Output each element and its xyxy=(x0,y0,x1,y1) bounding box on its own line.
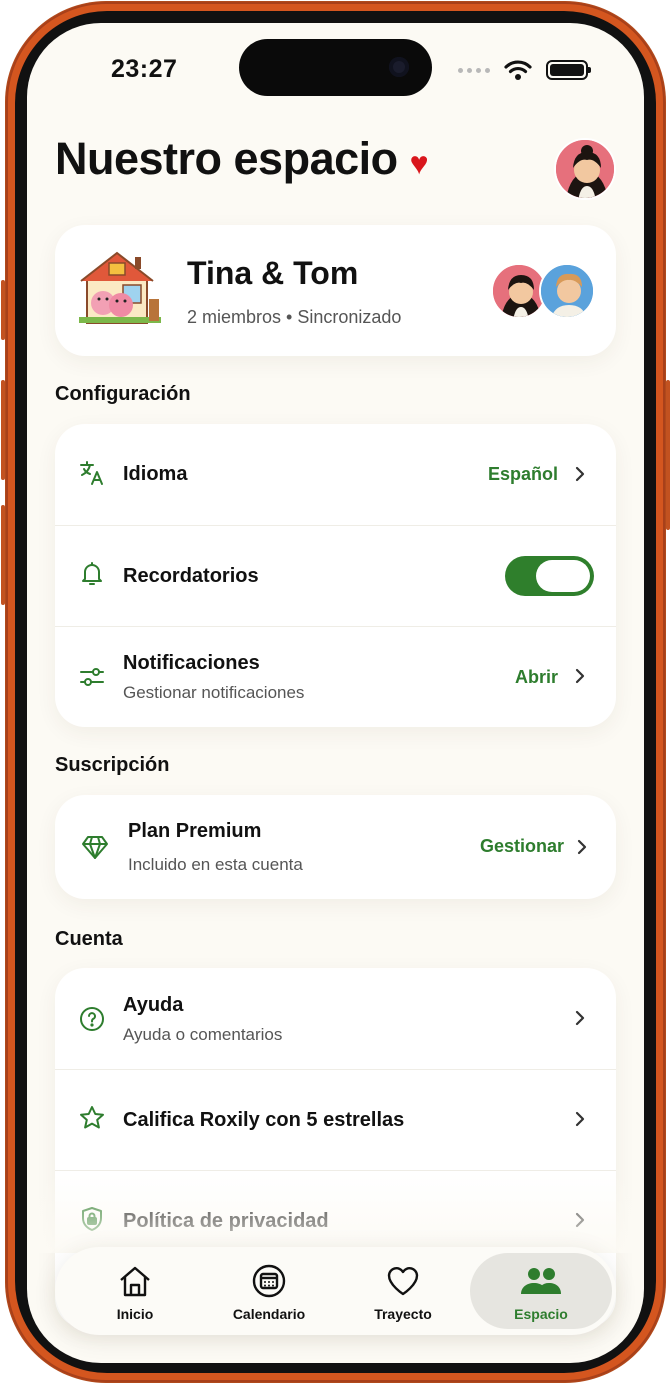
camera-icon xyxy=(389,57,409,77)
app-screen: 23:27 Nuestro espacio ♥ Tina & Tom 2 mie… xyxy=(27,23,644,1363)
translate-icon xyxy=(80,461,103,485)
chevron-right-icon xyxy=(575,1010,585,1026)
chevron-right-icon xyxy=(575,1111,585,1127)
wifi-icon xyxy=(504,60,532,80)
help-row[interactable]: Ayuda Ayuda o comentarios xyxy=(55,968,616,1069)
power-button xyxy=(666,380,670,530)
premium-sub: Incluido en esta cuenta xyxy=(128,855,303,874)
reminders-toggle[interactable] xyxy=(505,556,594,596)
side-button xyxy=(1,380,5,480)
side-button xyxy=(1,505,5,605)
rate-label: Califica Roxily con 5 estrellas xyxy=(123,1109,405,1131)
premium-label: Plan Premium xyxy=(128,820,262,842)
calendar-icon xyxy=(252,1264,286,1298)
tab-calendario[interactable]: Calendario xyxy=(202,1247,336,1335)
people-icon xyxy=(521,1268,561,1294)
section-account-label: Cuenta xyxy=(55,928,123,950)
privacy-label: Política de privacidad xyxy=(123,1210,329,1232)
tab-trayecto[interactable]: Trayecto xyxy=(336,1247,470,1335)
help-sub: Ayuda o comentarios xyxy=(123,1025,283,1044)
chevron-right-icon xyxy=(577,839,587,855)
section-config-label: Configuración xyxy=(55,383,191,405)
help-circle-icon xyxy=(80,1007,104,1031)
language-value: Español xyxy=(487,464,558,484)
language-label: Idioma xyxy=(123,463,188,485)
config-card: Idioma Español Recordatorios Notificacio… xyxy=(55,424,616,727)
member-avatars xyxy=(491,263,599,321)
tab-inicio-label: Inicio xyxy=(116,1306,154,1322)
signal-icon xyxy=(458,67,490,73)
page-title-text: Nuestro espacio xyxy=(55,133,398,184)
notifications-action: Abrir xyxy=(514,667,558,687)
side-button xyxy=(1,280,5,340)
couple-name: Tina & Tom xyxy=(187,255,359,291)
subscription-card: Plan Premium Incluido en esta cuenta Ges… xyxy=(55,795,616,899)
couple-card[interactable]: Tina & Tom 2 miembros • Sincronizado xyxy=(55,225,616,356)
diamond-icon xyxy=(82,836,108,859)
premium-action: Gestionar xyxy=(479,836,564,856)
section-subscription-label: Suscripción xyxy=(55,754,170,776)
home-icon xyxy=(120,1266,150,1297)
battery-icon xyxy=(546,60,591,80)
chevron-right-icon xyxy=(575,1212,585,1228)
chevron-right-icon xyxy=(575,466,585,482)
tab-espacio-label: Espacio xyxy=(514,1306,568,1322)
sliders-icon xyxy=(80,668,104,686)
chevron-right-icon xyxy=(575,668,585,684)
toggle-knob xyxy=(536,560,590,592)
rate-row[interactable]: Califica Roxily con 5 estrellas xyxy=(55,1069,616,1170)
heart-emoji-icon: ♥ xyxy=(409,144,429,181)
status-icons xyxy=(458,59,591,81)
language-row[interactable]: Idioma Español xyxy=(55,424,616,525)
premium-row[interactable]: Plan Premium Incluido en esta cuenta Ges… xyxy=(55,795,616,899)
notifications-sub: Gestionar notificaciones xyxy=(123,683,305,702)
page-title: Nuestro espacio ♥ xyxy=(55,133,429,185)
help-label: Ayuda xyxy=(123,994,184,1016)
tab-trayecto-label: Trayecto xyxy=(374,1306,432,1322)
tab-calendario-label: Calendario xyxy=(232,1306,306,1322)
couple-status: 2 miembros • Sincronizado xyxy=(187,307,402,327)
reminders-row: Recordatorios xyxy=(55,525,616,626)
house-illustration xyxy=(79,251,161,324)
tab-espacio[interactable]: Espacio xyxy=(466,1247,616,1335)
star-icon xyxy=(80,1106,104,1129)
bell-icon xyxy=(82,562,102,585)
reminders-label: Recordatorios xyxy=(123,565,259,587)
user-avatar[interactable] xyxy=(554,138,616,200)
avatar xyxy=(539,263,595,319)
heart-icon xyxy=(387,1267,419,1296)
notifications-row[interactable]: Notificaciones Gestionar notificaciones … xyxy=(55,626,616,727)
tab-inicio[interactable]: Inicio xyxy=(68,1247,202,1335)
notifications-label: Notificaciones xyxy=(123,652,260,674)
shield-lock-icon xyxy=(82,1207,102,1231)
status-time: 23:27 xyxy=(111,55,178,83)
bottom-tab-bar: Inicio Calendario Trayecto Espacio xyxy=(55,1247,616,1335)
dynamic-island xyxy=(239,39,432,96)
